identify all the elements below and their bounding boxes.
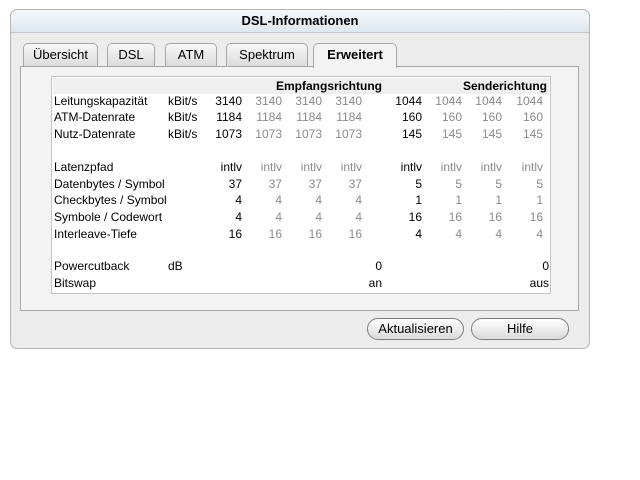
rx-value: 4 (235, 210, 242, 224)
rx-value: 3140 (215, 94, 242, 108)
tx-value: 1044 (475, 94, 502, 108)
tx-value: 5 (455, 177, 462, 191)
rx-value: 1184 (216, 110, 242, 124)
rx-value: 1184 (336, 110, 362, 124)
row-unit: dB (168, 259, 183, 273)
help-button[interactable]: Hilfe (471, 318, 569, 340)
rx-value: intlv (260, 160, 282, 174)
tx-value: 1 (415, 193, 422, 207)
tx-value: 160 (481, 110, 502, 124)
tx-value: 1 (455, 193, 462, 207)
dsl-info-panel: DSL-Informationen Übersicht DSL ATM Spek… (10, 9, 590, 349)
rx-value: 1073 (295, 127, 322, 141)
tx-value: 1044 (516, 94, 543, 108)
rx-value: 4 (355, 210, 362, 224)
tx-value: 145 (522, 127, 543, 141)
row-label: ATM-Datenrate (54, 110, 136, 124)
header-rx: Empfangsrichtung (276, 79, 383, 93)
rx-value: 1073 (335, 127, 362, 141)
row-label: Interleave-Tiefe (54, 227, 137, 241)
tab-atm[interactable]: ATM (165, 43, 217, 66)
row-label: Latenzpfad (54, 160, 114, 174)
rx-value: 4 (355, 193, 362, 207)
rx-value: 1073 (215, 127, 242, 141)
row-label: Checkbytes / Symbol (54, 193, 167, 207)
tab-uebersicht[interactable]: Übersicht (23, 43, 98, 66)
rx-value: 16 (268, 227, 282, 241)
tx-value: 5 (536, 177, 543, 191)
rx-value: 4 (275, 210, 282, 224)
rx-value: 3140 (255, 94, 282, 108)
row-label: Leitungskapazität (54, 94, 148, 108)
tx-value: 145 (481, 127, 502, 141)
row-label: Bitswap (54, 276, 97, 290)
tx-value: 1 (536, 193, 543, 207)
rx-value: 3140 (335, 94, 362, 108)
rx-value: 4 (275, 193, 282, 207)
row-label: Symbole / Codewort (54, 210, 163, 224)
tx-value: 160 (522, 110, 543, 124)
row-unit: kBit/s (168, 110, 198, 124)
tab-erweitert[interactable]: Erweitert (313, 43, 397, 68)
tx-value: 1 (495, 193, 502, 207)
tx-value: intlv (440, 160, 462, 174)
rx-value: 1073 (255, 127, 282, 141)
tx-value: intlv (480, 160, 502, 174)
rx-value: intlv (220, 160, 242, 174)
tx-value: 1044 (435, 94, 462, 108)
tx-value: 5 (495, 177, 502, 191)
rx-value: 4 (315, 210, 322, 224)
tx-value: 160 (441, 110, 462, 124)
row-label: Nutz-Datenrate (54, 127, 136, 141)
tx-value: 16 (529, 210, 543, 224)
tx-value: 4 (536, 227, 543, 241)
tx-value: 160 (401, 110, 422, 124)
tx-value: 4 (415, 227, 422, 241)
header-tx: Senderichtung (463, 79, 548, 93)
rx-value: 0 (375, 259, 382, 273)
window-title: DSL-Informationen (11, 10, 589, 33)
tab-dsl[interactable]: DSL (107, 43, 155, 66)
tab-content: Empfangsrichtung Senderichtung Leitungsk… (20, 66, 579, 311)
tx-value: 5 (415, 177, 422, 191)
rx-value: 37 (228, 177, 242, 191)
tx-value: intlv (400, 160, 422, 174)
tx-value: 4 (455, 227, 462, 241)
info-table: Empfangsrichtung Senderichtung Leitungsk… (51, 76, 551, 294)
rx-value: 1184 (296, 110, 322, 124)
tab-spektrum[interactable]: Spektrum (226, 43, 308, 66)
rx-value: 3140 (295, 94, 322, 108)
rx-value: intlv (340, 160, 362, 174)
rx-value: 37 (348, 177, 362, 191)
rx-value: 16 (348, 227, 362, 241)
row-unit: kBit/s (168, 94, 198, 108)
row-label: Powercutback (54, 259, 130, 273)
tx-value: 16 (488, 210, 502, 224)
tx-value: 4 (495, 227, 502, 241)
tx-value: aus (529, 276, 549, 290)
row-unit: kBit/s (168, 127, 198, 141)
rx-value: an (368, 276, 382, 290)
rx-value: 37 (268, 177, 282, 191)
tx-value: intlv (521, 160, 543, 174)
tx-value: 1044 (395, 94, 422, 108)
rx-value: intlv (300, 160, 322, 174)
refresh-button[interactable]: Aktualisieren (367, 318, 464, 340)
rx-value: 16 (228, 227, 242, 241)
rx-value: 4 (235, 193, 242, 207)
tx-value: 145 (401, 127, 422, 141)
rx-value: 16 (308, 227, 322, 241)
rx-value: 4 (315, 193, 322, 207)
tx-value: 145 (441, 127, 462, 141)
tx-value: 0 (542, 259, 549, 273)
row-label: Datenbytes / Symbol (54, 177, 165, 191)
rx-value: 37 (308, 177, 322, 191)
tx-value: 16 (448, 210, 462, 224)
tx-value: 16 (408, 210, 422, 224)
rx-value: 1184 (256, 110, 282, 124)
